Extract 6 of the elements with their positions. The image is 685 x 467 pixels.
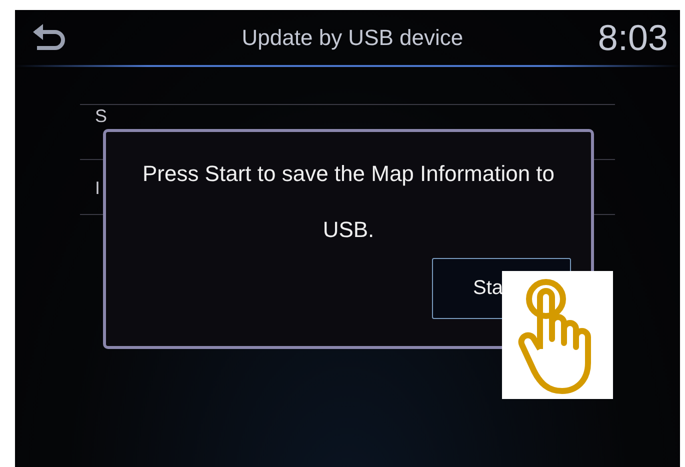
back-icon[interactable] — [31, 22, 67, 52]
screen-title: Update by USB device — [240, 24, 464, 50]
list-item[interactable]: S — [95, 107, 108, 125]
dialog-message: Press Start to save the Map Information to USB. — [141, 160, 556, 244]
clock: 8:03 — [598, 16, 668, 58]
list-item[interactable]: I — [95, 179, 100, 197]
